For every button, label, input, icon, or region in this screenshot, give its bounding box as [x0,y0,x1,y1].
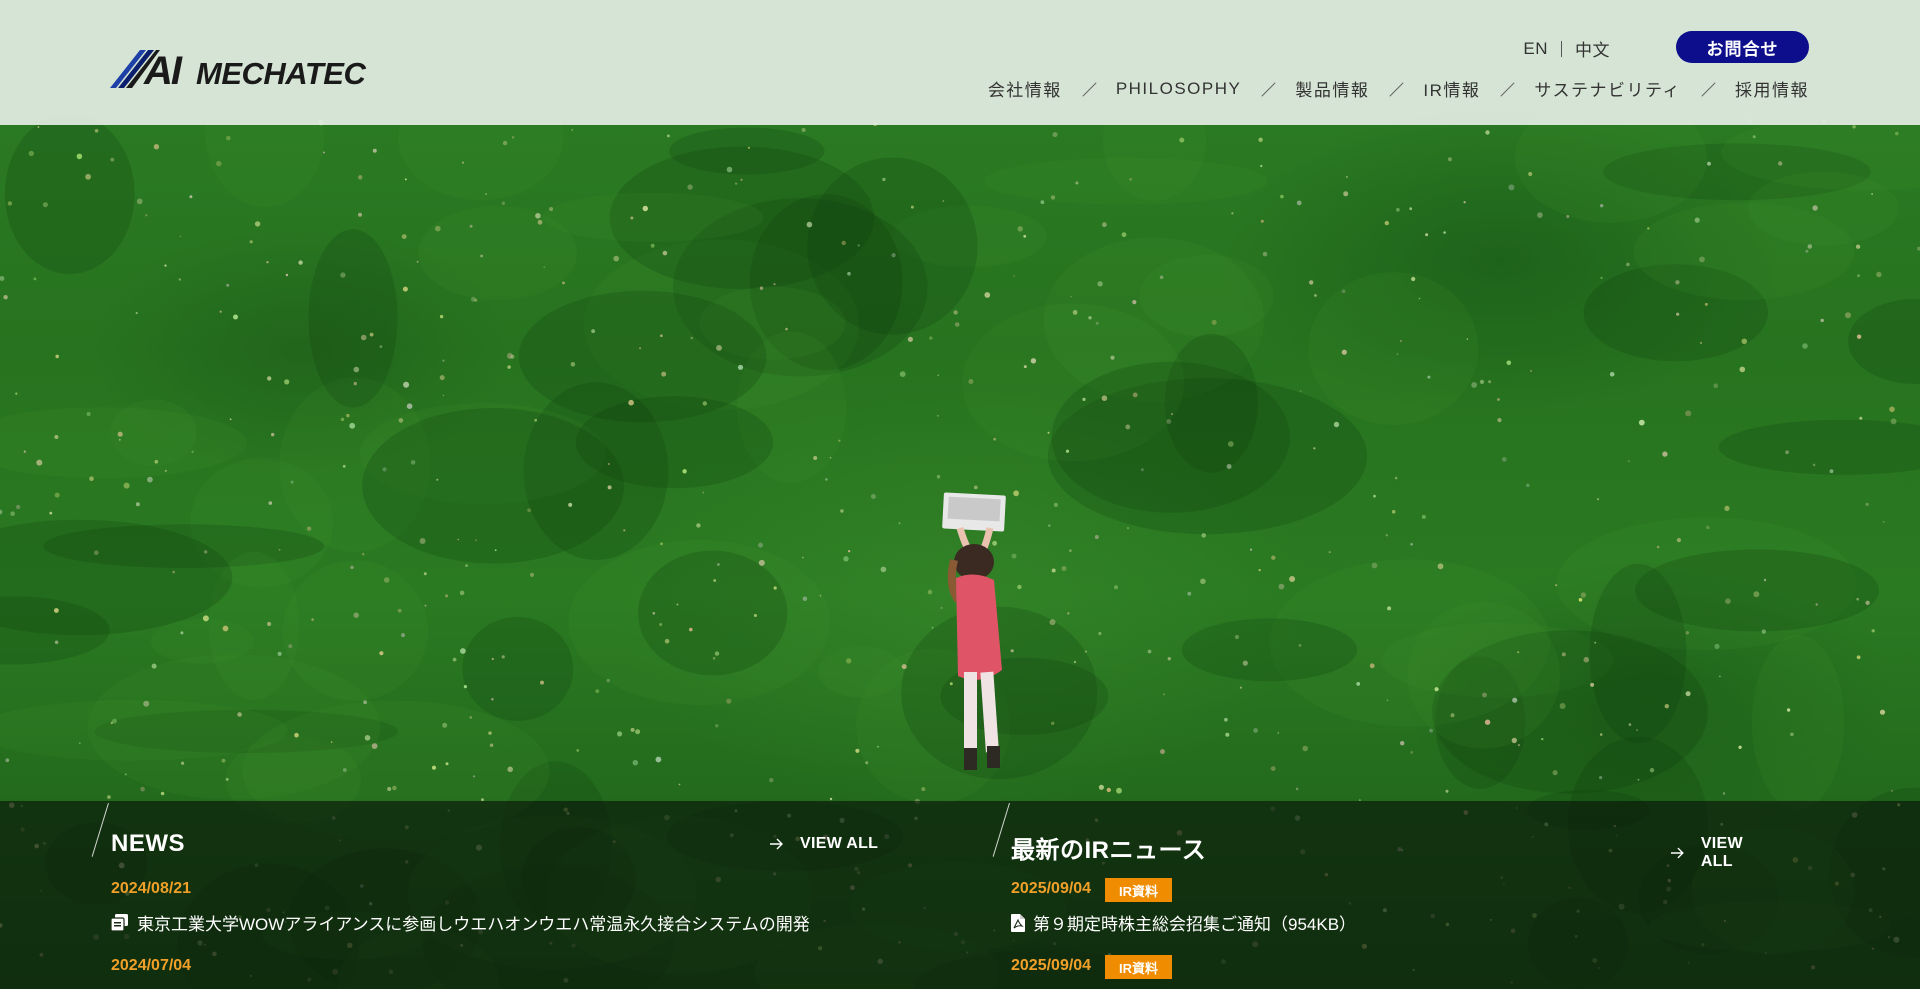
ir-view-all-link[interactable]: VIEW ALL [1671,835,1778,871]
news-view-all-link[interactable]: VIEW ALL [770,835,878,853]
ir-news-heading: 最新のIRニュース [1011,837,1207,864]
lang-divider [1561,40,1562,57]
person-with-laptop-image [942,492,1006,770]
ir-category-badge: IR資料 [1105,878,1172,902]
news-title: 東京工業大学WOWアライアンスに参画しウエハオンウエハ常温永久接合システムの開発 [137,915,810,934]
nav-item-philosophy[interactable]: PHILOSOPHY [1116,79,1242,99]
nav-item-recruit[interactable]: 採用情報 [1735,76,1809,101]
language-switcher: EN 中文 [1523,36,1610,61]
ir-news-date: 2025/09/04 [1011,957,1092,974]
section-divider-line [992,803,1010,857]
view-all-label: VIEW ALL [1700,835,1743,870]
nav-item-ir[interactable]: IR情報 [1423,76,1480,101]
news-heading: NEWS [111,830,185,857]
arrow-right-icon [770,838,783,850]
company-logo[interactable]: AI MECHATEC [110,46,380,93]
nav-item-company[interactable]: 会社情報 [988,76,1062,101]
main-nav: 会社情報 PHILOSOPHY 製品情報 IR情報 サステナビリティ 採用情報 [988,76,1809,101]
ir-news-section: 最新のIRニュース VIEW ALL 2025/09/04 IR資料 第９期定時… [988,801,1778,989]
ir-news-title: 第９期定時株主総会招集ご通知（954KB） [1033,915,1357,934]
document-stack-icon [111,914,129,931]
lang-en-link[interactable]: EN [1523,39,1548,59]
news-date: 2024/07/04 [111,957,192,974]
news-item-link[interactable]: 東京工業大学WOWアライアンスに参画しウエハオンウエハ常温永久接合システムの開発 [111,910,810,935]
lang-zh-link[interactable]: 中文 [1575,36,1610,61]
view-all-label: VIEW ALL [800,835,879,852]
nav-item-products[interactable]: 製品情報 [1295,76,1369,101]
page: AI MECHATEC EN 中文 お問合せ 会社情報 PHILOSOPHY 製… [0,0,1920,989]
ir-category-badge: IR資料 [1105,955,1172,979]
news-band: NEWS VIEW ALL 2024/08/21 東京工業大学WOWアライアンス… [0,801,1920,989]
section-divider-line [91,803,109,857]
nav-divider [1261,81,1275,97]
svg-text:MECHATEC: MECHATEC [196,56,366,91]
aimechatec-logo-icon: AI MECHATEC [110,49,367,93]
contact-button[interactable]: お問合せ [1676,31,1809,63]
nav-divider [1500,81,1514,97]
nav-divider [1701,81,1715,97]
nav-divider [1082,81,1096,97]
news-date: 2024/08/21 [111,880,192,897]
ir-news-date: 2025/09/04 [1011,880,1092,897]
site-header: AI MECHATEC EN 中文 お問合せ 会社情報 PHILOSOPHY 製… [0,0,1920,125]
arrow-right-icon [1671,847,1684,859]
ir-news-item-link[interactable]: 第９期定時株主総会招集ご通知（954KB） [1011,910,1356,935]
nav-divider [1389,81,1403,97]
pdf-file-icon [1011,913,1025,932]
logo-lettering: AI [143,49,183,92]
nav-item-sustainability[interactable]: サステナビリティ [1534,76,1681,101]
news-section: NEWS VIEW ALL 2024/08/21 東京工業大学WOWアライアンス… [90,801,880,989]
